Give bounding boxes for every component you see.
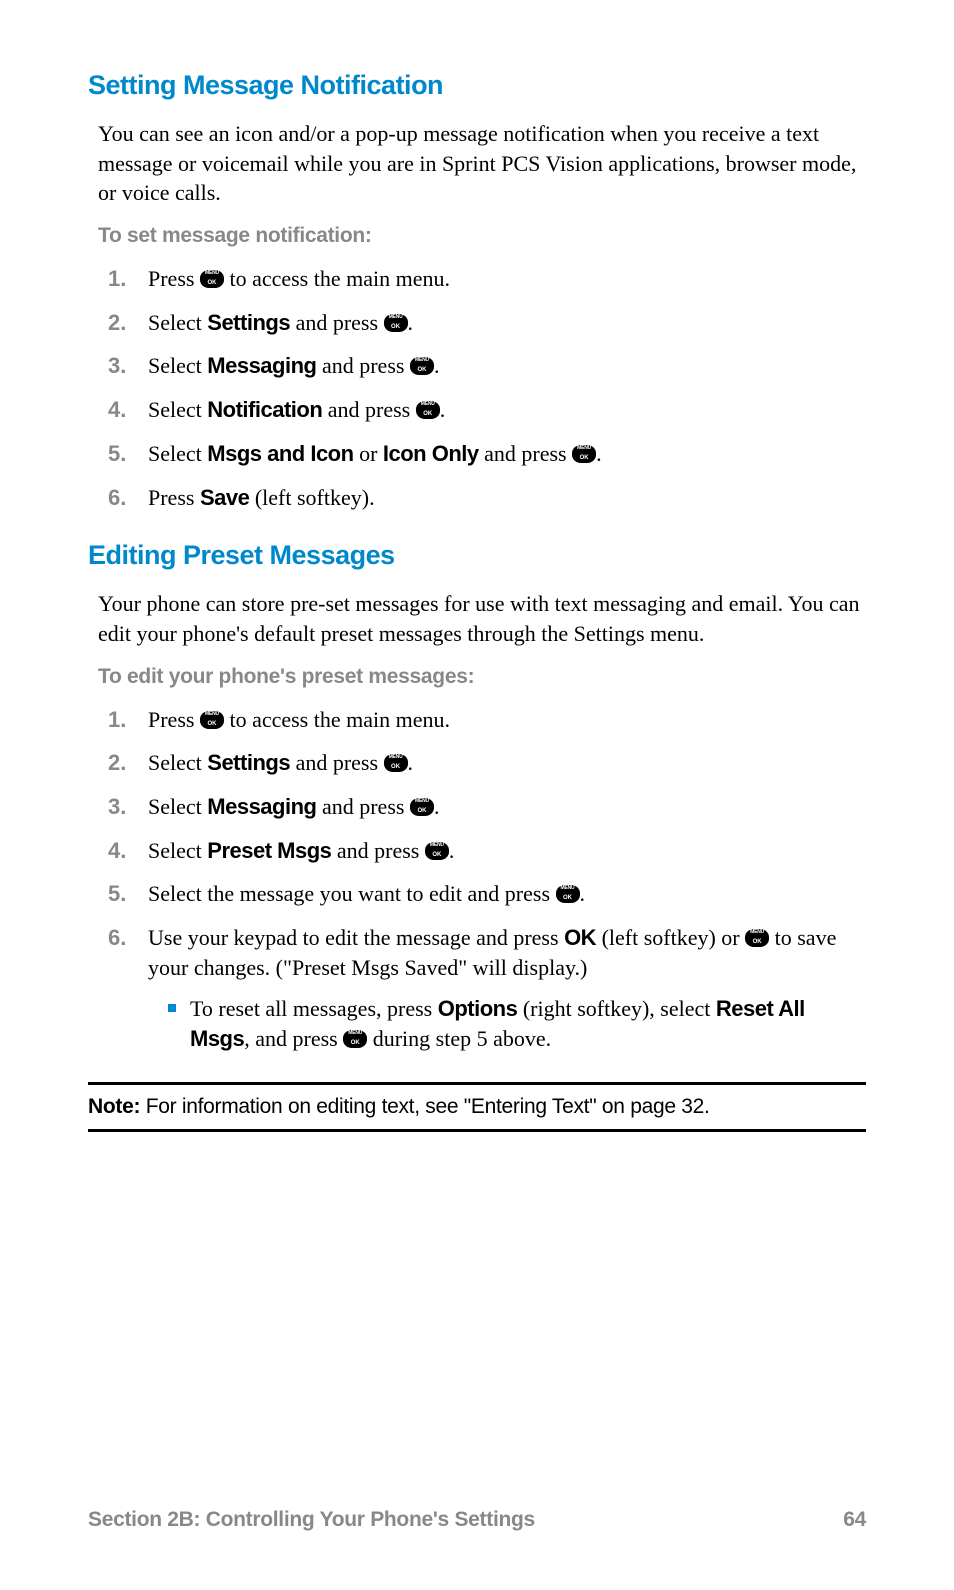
step-item: 4. Select Preset Msgs and press .	[108, 836, 866, 866]
subhead-text: To set message notification:	[98, 224, 866, 248]
step-item: 2. Select Settings and press .	[108, 748, 866, 778]
step-text: .	[408, 750, 414, 775]
step-text: Select	[148, 353, 207, 378]
menu-ok-icon	[416, 401, 440, 419]
step-text: Press	[148, 707, 200, 732]
step-text: .	[449, 838, 455, 863]
menu-ok-icon	[343, 1030, 367, 1048]
step-text: .	[580, 881, 586, 906]
step-text: and press	[290, 750, 383, 775]
ui-term: Messaging	[207, 353, 316, 378]
sub-bullet-item: To reset all messages, press Options (ri…	[168, 994, 866, 1053]
step-number: 2.	[108, 308, 126, 338]
step-item: 6. Press Save (left softkey).	[108, 483, 866, 513]
intro-text: You can see an icon and/or a pop-up mess…	[98, 119, 866, 208]
menu-ok-icon	[410, 798, 434, 816]
step-number: 6.	[108, 483, 126, 513]
step-text: Press	[148, 266, 200, 291]
ui-term: Notification	[207, 397, 322, 422]
ui-term: Save	[200, 485, 249, 510]
step-text: Select the message you want to edit and …	[148, 881, 556, 906]
bullet-text: during step 5 above.	[367, 1026, 551, 1051]
step-text: Select	[148, 441, 207, 466]
steps-list-2: 1. Press to access the main menu. 2. Sel…	[108, 705, 866, 1054]
step-number: 3.	[108, 792, 126, 822]
step-text: .	[434, 794, 440, 819]
step-number: 4.	[108, 395, 126, 425]
step-item: 6. Use your keypad to edit the message a…	[108, 923, 866, 1054]
menu-ok-icon	[200, 711, 224, 729]
step-number: 4.	[108, 836, 126, 866]
page-footer: Section 2B: Controlling Your Phone's Set…	[88, 1508, 866, 1532]
step-text: .	[596, 441, 602, 466]
footer-section: Section 2B: Controlling Your Phone's Set…	[88, 1508, 535, 1532]
note-label: Note:	[88, 1095, 140, 1118]
ui-term: Settings	[207, 750, 290, 775]
step-number: 5.	[108, 879, 126, 909]
ui-term: Msgs and Icon	[207, 441, 353, 466]
note-block: Note: For information on editing text, s…	[88, 1082, 866, 1132]
ui-term: Messaging	[207, 794, 316, 819]
note-text: For information on editing text, see "En…	[140, 1095, 709, 1118]
menu-ok-icon	[200, 270, 224, 288]
step-text: Select	[148, 750, 207, 775]
heading-setting-message-notification: Setting Message Notification	[88, 70, 866, 101]
step-number: 2.	[108, 748, 126, 778]
step-text: (left softkey) or	[596, 925, 745, 950]
step-text: Select	[148, 397, 207, 422]
intro-text: Your phone can store pre-set messages fo…	[98, 589, 866, 648]
sub-bullet-list: To reset all messages, press Options (ri…	[168, 994, 866, 1053]
bullet-text: (right softkey), select	[517, 996, 716, 1021]
step-number: 1.	[108, 264, 126, 294]
step-text: and press	[290, 310, 383, 335]
bullet-text: To reset all messages, press	[190, 996, 438, 1021]
footer-page-number: 64	[843, 1508, 866, 1532]
menu-ok-icon	[425, 842, 449, 860]
step-item: 3. Select Messaging and press .	[108, 792, 866, 822]
step-text: or	[354, 441, 383, 466]
subhead-text: To edit your phone's preset messages:	[98, 665, 866, 689]
step-text: Select	[148, 310, 207, 335]
step-number: 6.	[108, 923, 126, 953]
step-item: 2. Select Settings and press .	[108, 308, 866, 338]
step-text: (left softkey).	[249, 485, 374, 510]
step-item: 1. Press to access the main menu.	[108, 705, 866, 735]
step-number: 5.	[108, 439, 126, 469]
ui-term: OK	[564, 925, 596, 950]
step-text: Select	[148, 838, 207, 863]
menu-ok-icon	[384, 314, 408, 332]
step-number: 3.	[108, 351, 126, 381]
heading-editing-preset-messages: Editing Preset Messages	[88, 540, 866, 571]
step-item: 1. Press to access the main menu.	[108, 264, 866, 294]
step-text: and press	[316, 353, 409, 378]
step-text: and press	[331, 838, 424, 863]
step-text: and press	[479, 441, 572, 466]
steps-list-1: 1. Press to access the main menu. 2. Sel…	[108, 264, 866, 512]
ui-term: Options	[438, 996, 518, 1021]
step-number: 1.	[108, 705, 126, 735]
step-text: Press	[148, 485, 200, 510]
step-item: 5. Select Msgs and Icon or Icon Only and…	[108, 439, 866, 469]
ui-term: Settings	[207, 310, 290, 335]
step-text: .	[408, 310, 414, 335]
step-text: .	[434, 353, 440, 378]
bullet-text: , and press	[244, 1026, 343, 1051]
step-text: and press	[316, 794, 409, 819]
step-item: 3. Select Messaging and press .	[108, 351, 866, 381]
step-item: 4. Select Notification and press .	[108, 395, 866, 425]
step-text: to access the main menu.	[224, 266, 450, 291]
menu-ok-icon	[556, 885, 580, 903]
menu-ok-icon	[384, 754, 408, 772]
ui-term: Preset Msgs	[207, 838, 331, 863]
step-text: .	[440, 397, 446, 422]
step-text: to access the main menu.	[224, 707, 450, 732]
step-text: and press	[322, 397, 415, 422]
menu-ok-icon	[745, 929, 769, 947]
menu-ok-icon	[572, 445, 596, 463]
step-item: 5. Select the message you want to edit a…	[108, 879, 866, 909]
ui-term: Icon Only	[383, 441, 479, 466]
step-text: Use your keypad to edit the message and …	[148, 925, 564, 950]
step-text: Select	[148, 794, 207, 819]
menu-ok-icon	[410, 357, 434, 375]
